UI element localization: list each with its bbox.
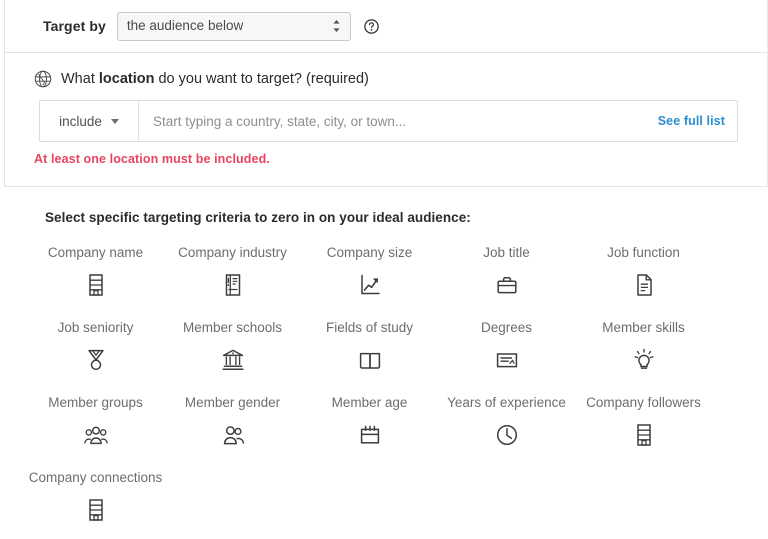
criteria-item-years-of-experience[interactable]: Years of experience <box>438 389 575 464</box>
criteria-label: Company followers <box>586 395 701 410</box>
criteria-item-member-skills[interactable]: Member skills <box>575 314 712 389</box>
criteria-label: Member skills <box>602 320 685 335</box>
up-down-arrows-icon <box>333 20 340 32</box>
growth-chart-icon <box>360 274 380 295</box>
criteria-section: Select specific targeting criteria to ze… <box>5 187 767 537</box>
criteria-item-member-age[interactable]: Member age <box>301 389 438 464</box>
criteria-item-company-connections[interactable]: Company connections <box>27 464 164 539</box>
criteria-label: Years of experience <box>447 395 566 410</box>
bank-building-icon <box>221 349 244 370</box>
location-section: What location do you want to target? (re… <box>5 53 767 186</box>
people-group-icon <box>83 426 108 444</box>
include-dropdown-label: include <box>59 113 102 129</box>
criteria-label: Job title <box>483 245 530 260</box>
calendar-icon <box>360 425 379 444</box>
location-heading-suffix: do you want to target? (required) <box>154 71 369 87</box>
criteria-item-company-industry[interactable]: Company industry <box>164 239 301 314</box>
criteria-label: Job seniority <box>57 320 134 335</box>
criteria-label: Company name <box>47 245 144 260</box>
open-book-icon <box>359 352 380 369</box>
question-circle-icon[interactable] <box>364 18 379 34</box>
criteria-label: Company size <box>326 245 413 260</box>
criteria-heading: Select specific targeting criteria to ze… <box>45 210 471 225</box>
building-icon <box>88 499 103 521</box>
criteria-item-job-title[interactable]: Job title <box>438 239 575 314</box>
criteria-item-company-size[interactable]: Company size <box>301 239 438 314</box>
target-by-select[interactable]: the audience below <box>116 11 351 41</box>
targeting-form-page: Target by the audience below What locati… <box>0 0 768 537</box>
clock-icon <box>496 424 517 445</box>
criteria-item-member-gender[interactable]: Member gender <box>164 389 301 464</box>
briefcase-icon <box>496 276 517 294</box>
certificate-icon <box>496 353 517 368</box>
location-heading-prefix: What <box>61 71 99 87</box>
criteria-label: Fields of study <box>325 320 414 335</box>
criteria-item-company-followers[interactable]: Company followers <box>575 389 712 464</box>
criteria-item-job-seniority[interactable]: Job seniority <box>27 314 164 389</box>
criteria-item-job-function[interactable]: Job function <box>575 239 712 314</box>
target-by-row: Target by the audience below <box>5 0 767 52</box>
criteria-item-degrees[interactable]: Degrees <box>438 314 575 389</box>
target-by-section: Target by the audience below <box>5 0 767 52</box>
building-icon <box>88 274 103 296</box>
lightbulb-icon <box>634 348 653 369</box>
criteria-label: Job function <box>607 245 680 260</box>
criteria-item-member-groups[interactable]: Member groups <box>27 389 164 464</box>
location-error-message: At least one location must be included. <box>34 152 270 166</box>
criteria-item-company-name[interactable]: Company name <box>27 239 164 314</box>
criteria-label: Member gender <box>184 395 281 410</box>
location-heading: What location do you want to target? (re… <box>5 53 767 88</box>
criteria-grid: Company name Company industry Company si… <box>27 239 767 539</box>
location-search-cell: See full list <box>139 101 737 141</box>
criteria-label: Degrees <box>480 320 533 335</box>
include-exclude-dropdown[interactable]: include <box>40 101 139 141</box>
document-icon <box>636 274 652 296</box>
chevron-down-icon <box>110 118 119 124</box>
location-input-group: include See full list <box>39 100 738 142</box>
location-search-input[interactable] <box>153 113 648 129</box>
criteria-label: Company industry <box>178 245 287 260</box>
target-by-label: Target by <box>43 18 106 34</box>
location-heading-bold: location <box>98 71 155 87</box>
criteria-item-fields-of-study[interactable]: Fields of study <box>301 314 438 389</box>
industry-list-icon <box>225 274 240 296</box>
medal-icon <box>87 349 104 370</box>
criteria-label: Company connections <box>28 470 163 485</box>
criteria-label: Member schools <box>182 320 283 335</box>
see-full-list-link[interactable]: See full list <box>658 114 725 128</box>
two-people-icon <box>223 426 244 445</box>
target-by-selected-value: the audience below <box>126 19 244 33</box>
criteria-item-member-schools[interactable]: Member schools <box>164 314 301 389</box>
criteria-label: Member groups <box>48 395 143 410</box>
globe-icon <box>34 70 52 88</box>
location-heading-text: What location do you want to target? (re… <box>61 71 369 87</box>
building-icon <box>636 424 651 446</box>
criteria-label: Member age <box>331 395 408 410</box>
